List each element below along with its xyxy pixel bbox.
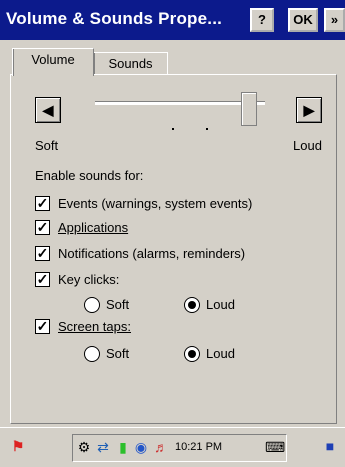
key-clicks-label: Key clicks:	[58, 272, 120, 287]
checkmark-icon: ✓	[36, 219, 49, 235]
system-tray: ⚙ ⇄ ▮ ◉ ♬ 10:21 PM ⌨	[72, 434, 287, 462]
screen-taps-checkbox[interactable]: ✓	[35, 319, 50, 334]
ok-button[interactable]: OK	[288, 8, 318, 32]
bluetooth-icon[interactable]: ◉	[133, 439, 149, 455]
screen-taps-label: Screen taps:	[58, 319, 131, 334]
input-panel-icon[interactable]: ⌨	[265, 439, 285, 455]
screen-taps-soft-label: Soft	[106, 346, 130, 361]
volume-decrease-button[interactable]: ◀	[35, 97, 61, 123]
network-icon[interactable]: ⚙	[76, 439, 92, 455]
checkmark-icon: ✓	[36, 245, 49, 261]
volume-tray-icon[interactable]: ♬	[153, 439, 169, 455]
key-clicks-soft-label: Soft	[106, 297, 130, 312]
battery-icon[interactable]: ▮	[115, 439, 131, 455]
screen-taps-loud-label: Loud	[206, 346, 235, 361]
notifications-checkbox[interactable]: ✓	[35, 246, 50, 261]
checkmark-icon: ✓	[36, 318, 49, 334]
tab-volume[interactable]: Volume	[12, 48, 94, 76]
screen-taps-soft-radio[interactable]	[84, 346, 100, 362]
sync-icon[interactable]: ⇄	[95, 439, 111, 455]
checkmark-icon: ✓	[36, 271, 49, 287]
arrow-right-icon: ▶	[303, 102, 315, 118]
more-button[interactable]: »	[324, 8, 345, 32]
help-button[interactable]: ?	[250, 8, 274, 32]
volume-slider-thumb[interactable]	[241, 92, 258, 126]
key-clicks-loud-radio[interactable]	[184, 297, 200, 313]
tick-mark	[172, 128, 174, 130]
key-clicks-loud-label: Loud	[206, 297, 235, 312]
volume-increase-button[interactable]: ▶	[296, 97, 322, 123]
tick-mark	[206, 128, 208, 130]
taskbar: ⚑ ⚙ ⇄ ▮ ◉ ♬ 10:21 PM ⌨ ■	[0, 427, 345, 467]
clock[interactable]: 10:21 PM	[175, 441, 222, 453]
soft-label: Soft	[35, 138, 59, 153]
applications-checkbox[interactable]: ✓	[35, 220, 50, 235]
loud-label: Loud	[293, 138, 322, 153]
start-flag-icon[interactable]: ⚑	[10, 438, 26, 454]
checkmark-icon: ✓	[36, 195, 49, 211]
volume-track[interactable]	[95, 101, 265, 105]
desktop-icon[interactable]: ■	[322, 438, 338, 454]
tab-sounds[interactable]: Sounds	[93, 52, 168, 75]
screen-taps-loud-radio[interactable]	[184, 346, 200, 362]
arrow-left-icon: ◀	[42, 102, 54, 118]
events-label: Events (warnings, system events)	[58, 196, 253, 211]
key-clicks-soft-radio[interactable]	[84, 297, 100, 313]
title-bar: Volume & Sounds Prope... ? OK »	[0, 0, 345, 40]
applications-label: Applications	[58, 220, 129, 235]
key-clicks-checkbox[interactable]: ✓	[35, 272, 50, 287]
events-checkbox[interactable]: ✓	[35, 196, 50, 211]
window-title: Volume & Sounds Prope...	[6, 9, 223, 28]
notifications-label: Notifications (alarms, reminders)	[58, 246, 246, 261]
enable-heading: Enable sounds for:	[35, 168, 144, 183]
